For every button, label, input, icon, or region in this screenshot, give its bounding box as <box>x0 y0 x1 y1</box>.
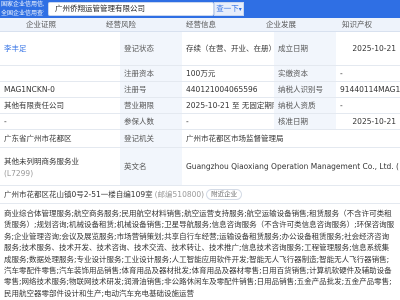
insured-count-value: - <box>4 117 7 126</box>
table-row: 广州市花都区花山镇0号2-51一楼自编109室 (邮编510800) 附近企业 <box>0 186 400 204</box>
table-row: 李丰足 登记状态 存续（在营、开业、在册） 成立日期 2025-10-21 <box>0 32 400 66</box>
postcode-value: (邮编510800) <box>154 190 205 199</box>
industry-code: (L7299) <box>4 168 34 178</box>
tab-development[interactable]: 企业发展 <box>246 18 316 32</box>
reg-status-value: 存续（在营、开业、在册） <box>186 44 274 53</box>
taxpayer-quality-label: 纳税人资质 <box>274 98 336 113</box>
site-logo[interactable]: 国家企业信用信息 全国企业信用查询 <box>0 0 44 18</box>
logo-line-1: 国家企业信用信息 <box>1 1 44 8</box>
table-row: - 参保人数 - 核准日期 2025-10-21 <box>0 114 400 130</box>
est-date-value: 2025-10-21 <box>352 44 396 53</box>
search-button[interactable]: 查一下▾ <box>214 2 244 16</box>
industry-cell: 其他未列明商务服务业 (L7299) <box>0 148 120 185</box>
reg-capital-label: 注册资本 <box>120 66 182 81</box>
tab-business-info[interactable]: 经营信息 <box>166 18 236 32</box>
address-value: 广州市花都区花山镇0号2-51一楼自编109室 <box>4 190 153 199</box>
industry-code-row: (L7299) <box>4 169 33 178</box>
tab-risk[interactable]: 经营风险 <box>86 18 156 32</box>
table-row: MAG1NCKN-0 注册号 440121004065596 纳税人识别号 91… <box>0 82 400 98</box>
tab-ip[interactable]: 知识产权 <box>322 18 392 32</box>
tab-bar: 企业证照 经营风险 经营信息 企业发展 知识产权 <box>0 18 400 32</box>
table-row: 其他有限责任公司 营业期限 2025-10-21 至 无固定期限 纳税人资质 - <box>0 98 400 114</box>
legal-rep-name[interactable]: 李丰足 <box>0 32 120 65</box>
authority-label: 登记机关 <box>120 130 182 147</box>
op-period-label: 营业期限 <box>120 98 182 113</box>
search-button-label: 查一下 <box>216 4 239 13</box>
credit-code-value: MAG1NCKN-0 <box>4 85 55 94</box>
reg-status-label: 登记状态 <box>120 32 182 65</box>
insured-label: 参保人数 <box>120 114 182 129</box>
est-date-label: 成立日期 <box>274 32 336 65</box>
top-bar: 国家企业信用信息 全国企业信用查询 广州侨翔运管管理有限公司 查一下▾ <box>0 0 400 18</box>
chevron-down-icon: ▾ <box>238 6 242 13</box>
table-row: 其他未列明商务服务业 (L7299) 英文名 Guangzhou Qiaoxia… <box>0 148 400 186</box>
company-type-value: 其他有限责任公司 <box>4 101 64 110</box>
nearby-companies-link[interactable]: 附近企业 <box>206 189 243 200</box>
table-row: 广东省广州市花都区 登记机关 广州市花都区市场监督管理局 <box>0 130 400 148</box>
reg-capital-value: 100万元 <box>186 69 216 78</box>
search-input[interactable]: 广州侨翔运管管理有限公司 <box>48 2 214 16</box>
region-value: 广东省广州市花都区 <box>4 134 72 143</box>
paid-capital-value: - <box>340 69 343 78</box>
approval-date-label: 核准日期 <box>274 114 336 129</box>
op-period-value: 2025-10-21 至 无固定期限 <box>186 101 274 110</box>
business-scope-text: 商业综合体管理服务;航空商务服务;民用航空材料销售;航空运营支持服务;航空运输设… <box>4 209 395 298</box>
tab-licenses[interactable]: 企业证照 <box>6 18 76 32</box>
logo-line-2: 全国企业信用查询 <box>1 10 44 17</box>
approval-date-value: 2025-10-21 <box>352 117 396 126</box>
reg-no-value: 440121004065596 <box>186 85 258 94</box>
insured-value: - <box>186 117 189 126</box>
table-row: 注册资本 100万元 实缴资本 - <box>0 66 400 82</box>
address-cell: 广州市花都区花山镇0号2-51一楼自编109室 (邮编510800) 附近企业 <box>0 186 400 203</box>
taxpayer-id-label: 纳税人识别号 <box>274 82 336 97</box>
authority-value: 广州市花都区市场监督管理局 <box>186 134 284 143</box>
taxpayer-quality-value: - <box>340 101 343 110</box>
paid-capital-label: 实缴资本 <box>274 66 336 81</box>
legal-rep-spacer <box>0 66 120 81</box>
industry-value: 其他未列明商务服务业 <box>4 156 79 166</box>
reg-no-label: 注册号 <box>120 82 182 97</box>
english-name-value: Guangzhou Qiaoxiang Operation Management… <box>186 162 399 171</box>
taxpayer-id-value: 91440114MAG1 <box>340 85 400 94</box>
english-name-label: 英文名 <box>120 148 182 185</box>
